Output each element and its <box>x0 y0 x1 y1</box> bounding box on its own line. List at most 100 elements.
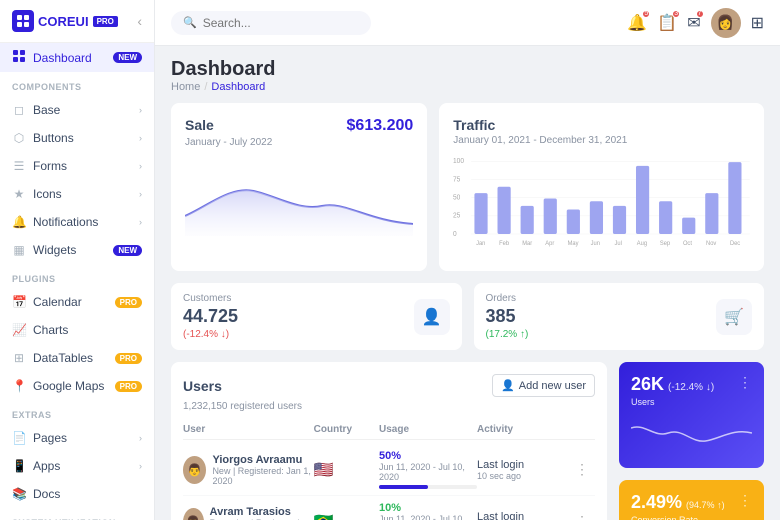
svg-text:Aug: Aug <box>637 241 647 247</box>
customers-value: 44.725 <box>183 306 238 327</box>
sidebar-item-dashboard[interactable]: Dashboard NEW <box>0 43 154 72</box>
user-sub-1: New | Registered: Jan 1, 2020 <box>212 466 313 486</box>
row-menu-button-1[interactable]: ⋮ <box>575 461 589 477</box>
notifications-icon: 🔔 <box>12 215 26 229</box>
action-col-1: ⋮ <box>575 461 595 478</box>
user-info-2: 👨 Avram Tarasios Recurring | Registered:… <box>183 506 314 520</box>
logo-icon <box>12 10 34 32</box>
sidebar-item-apps[interactable]: 📱 Apps › <box>0 452 154 480</box>
customers-icon: 👤 <box>422 307 442 327</box>
users-card-header: Users 👤 Add new user <box>183 374 595 397</box>
customers-info: Customers 44.725 (-12.4% ↓) <box>183 293 238 340</box>
svg-text:Feb: Feb <box>499 241 510 247</box>
sidebar-item-docs[interactable]: 📚 Docs <box>0 480 154 508</box>
logo: COREUI PRO <box>12 10 118 32</box>
sidebar-toggle-button[interactable]: ‹ <box>137 13 142 29</box>
header: 🔍 🔔 5 📋 3 ✉ 7 👩 ⊞ <box>155 0 780 46</box>
mini-cards: 26K (-12.4% ↓) Users ⋮ <box>619 362 764 520</box>
sidebar-item-buttons[interactable]: ⬡ Buttons › <box>0 124 154 152</box>
activity-col-2: Last login 5 minutes ago <box>477 511 575 520</box>
usage-col-2: 10% Jun 11, 2020 - Jul 10, 2020 <box>379 502 477 520</box>
col-header-activity: Activity <box>477 424 575 435</box>
sidebar-item-icons[interactable]: ★ Icons › <box>0 180 154 208</box>
googlemaps-pro-badge: PRO <box>115 381 142 392</box>
col-header-user: User <box>183 424 314 435</box>
svg-text:Dec: Dec <box>730 241 740 247</box>
sidebar-item-widgets[interactable]: ▦ Widgets NEW <box>0 236 154 264</box>
users-mini-card: 26K (-12.4% ↓) Users ⋮ <box>619 362 764 468</box>
sidebar-item-charts[interactable]: 📈 Charts <box>0 316 154 344</box>
traffic-bar-chart: 100 75 50 25 0 <box>453 154 750 254</box>
user-avatar[interactable]: 👩 <box>711 8 741 38</box>
svg-text:Jun: Jun <box>591 241 600 247</box>
sale-card-header: Sale $613.200 <box>185 117 413 135</box>
svg-text:Mar: Mar <box>523 241 533 247</box>
sidebar-item-datatables-label: DataTables <box>33 351 93 365</box>
system-section-label: SYSTEM UTILIZATION <box>0 508 154 520</box>
sidebar-item-apps-label: Apps <box>33 459 60 473</box>
conversion-mini-card: 2.49% (94.7% ↑) Conversion Rate ⋮ <box>619 480 764 520</box>
svg-text:100: 100 <box>453 158 464 165</box>
traffic-period: January 01, 2021 - December 31, 2021 <box>453 135 750 146</box>
users-mini-label: Users <box>631 397 714 407</box>
sidebar-item-pages[interactable]: 📄 Pages › <box>0 424 154 452</box>
components-section-label: COMPONENTS <box>0 72 154 96</box>
users-mini-card-header: 26K (-12.4% ↓) Users ⋮ <box>631 374 752 407</box>
sidebar-item-datatables[interactable]: ⊞ DataTables PRO <box>0 344 154 372</box>
sidebar-item-googlemaps[interactable]: 📍 Google Maps PRO <box>0 372 154 400</box>
user-avatar-2: 👨 <box>183 508 204 520</box>
logo-brand-text: COREUI <box>38 14 89 29</box>
base-icon: ◻ <box>12 103 26 117</box>
sidebar-item-base[interactable]: ◻ Base › <box>0 96 154 124</box>
stats-row: Customers 44.725 (-12.4% ↓) 👤 Orders 385… <box>171 283 764 350</box>
row-menu-button-2[interactable]: ⋮ <box>575 513 589 520</box>
datatables-icon: ⊞ <box>12 351 26 365</box>
bell-badge: 5 <box>642 10 650 18</box>
svg-text:Jul: Jul <box>615 241 622 247</box>
messages-button[interactable]: ✉ 7 <box>687 13 700 33</box>
sidebar-item-forms[interactable]: ☰ Forms › <box>0 152 154 180</box>
customers-label: Customers <box>183 293 238 304</box>
sidebar-item-calendar[interactable]: 📅 Calendar PRO <box>0 288 154 316</box>
orders-stat-card: Orders 385 (17.2% ↑) 🛒 <box>474 283 765 350</box>
users-mini-info: 26K (-12.4% ↓) Users <box>631 374 714 407</box>
users-mini-menu-button[interactable]: ⋮ <box>738 374 752 391</box>
user-details-1: Yiorgos Avraamu New | Registered: Jan 1,… <box>212 454 313 486</box>
activity-text-2: Last login <box>477 511 575 520</box>
orders-icon-box: 🛒 <box>716 299 752 335</box>
logo-badge: PRO <box>93 16 118 27</box>
sale-amount: $613.200 <box>347 117 414 135</box>
add-new-user-button[interactable]: 👤 Add new user <box>492 374 595 397</box>
usage-bar-fill-1 <box>379 485 428 489</box>
orders-icon: 🛒 <box>724 307 744 327</box>
dashboard-new-badge: NEW <box>113 52 142 63</box>
notifications-bell-button[interactable]: 🔔 5 <box>627 13 647 33</box>
icons-chevron: › <box>139 189 142 199</box>
customers-icon-box: 👤 <box>414 299 450 335</box>
users-table: User Country Usage Activity 👨 Yiorgos <box>183 420 595 520</box>
orders-info: Orders 385 (17.2% ↑) <box>486 293 529 340</box>
user-name-2: Avram Tarasios <box>210 506 314 518</box>
search-box[interactable]: 🔍 <box>171 11 371 35</box>
orders-value: 385 <box>486 306 529 327</box>
usage-range-2: Jun 11, 2020 - Jul 10, 2020 <box>379 514 477 520</box>
svg-text:75: 75 <box>453 176 460 183</box>
usage-pct-1: 50% <box>379 450 477 462</box>
country-col-2: 🇧🇷 <box>314 512 379 520</box>
sidebar-item-forms-label: Forms <box>33 159 67 173</box>
sidebar-item-notifications-label: Notifications <box>33 215 98 229</box>
table-header: User Country Usage Activity <box>183 420 595 440</box>
user-name-1: Yiorgos Avraamu <box>212 454 313 466</box>
customers-stat-card: Customers 44.725 (-12.4% ↓) 👤 <box>171 283 462 350</box>
search-input[interactable] <box>203 16 343 30</box>
breadcrumb-home[interactable]: Home <box>171 81 200 93</box>
svg-text:Nov: Nov <box>706 241 717 247</box>
forms-icon: ☰ <box>12 159 26 173</box>
sale-card: Sale $613.200 January - July 2022 <box>171 103 427 271</box>
conversion-mini-menu-button[interactable]: ⋮ <box>738 492 752 509</box>
sidebar-item-notifications[interactable]: 🔔 Notifications › <box>0 208 154 236</box>
notifications-list-button[interactable]: 📋 3 <box>657 13 677 33</box>
app-grid-icon[interactable]: ⊞ <box>751 13 764 33</box>
sidebar-item-calendar-label: Calendar <box>33 295 82 309</box>
traffic-label: Traffic <box>453 117 750 133</box>
